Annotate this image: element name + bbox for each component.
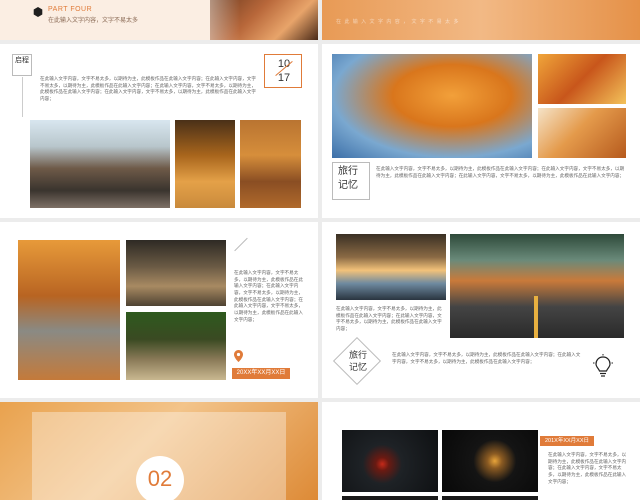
photo-fade-overlay	[180, 0, 240, 40]
title-rule	[22, 77, 23, 117]
lightbulb-icon	[593, 354, 613, 377]
section-title: 旅行 记忆	[348, 350, 367, 372]
red-leaf-dark-photo	[342, 430, 438, 492]
road-center-line	[534, 296, 538, 338]
body-text: 在此输入文字内容，文字不易太多，以期待为主，此模板作品在此输入文字内容；在此输入…	[548, 452, 627, 484]
hexagon-icon	[33, 7, 43, 17]
autumn-leaves-sky-photo	[332, 54, 532, 158]
part-label: PART FOUR	[48, 6, 93, 13]
dark-photo-left-bottom	[342, 496, 438, 500]
body-text-top: 在此输入文字内容，文字不易太多，以期待为主，此模板作品在此输入文字内容；在此输入…	[336, 306, 442, 331]
body-text: 在此输入文字内容，文字不易太多，以期待为主，此模板作品在此输入文字内容；在此输入…	[376, 166, 625, 178]
leaves-closeup-photo	[538, 108, 626, 158]
autumn-path-photo	[175, 120, 235, 208]
body-text: 在此输入文字内容，文字不易太多，以期待为主，此模板作品在此输入文字内容；在此输入…	[234, 270, 303, 322]
autumn-bridge-photo	[18, 240, 120, 380]
park-bench-photo	[240, 120, 301, 208]
yellow-leaf-dark-photo	[442, 430, 538, 492]
diagonal-line	[234, 237, 248, 252]
dark-photo-right-bottom	[442, 496, 538, 500]
lake-sunset-photo	[336, 234, 446, 300]
location-pin-icon	[234, 350, 243, 362]
slide-departure[interactable]: 启程 在此输入文字内容，文字不易太多，以期待为主，此模板作品在此输入文字内容；在…	[0, 44, 318, 218]
slide-travel-memory[interactable]: 旅行 记忆 在此输入文字内容，文字不易太多，以期待为主，此模板作品在此输入文字内…	[322, 44, 640, 218]
slide-dark-photos[interactable]: 201X年XX月XX日 在此输入文字内容，文字不易太多，以期待为主，此模板作品在…	[322, 402, 640, 500]
banner-faded-text: 在 此 输 入 文 字 内 容 ， 文 字 不 易 太 多	[336, 19, 460, 25]
part-subtitle: 在此输入文字内容，文字不易太多	[48, 18, 139, 24]
slide-section-02[interactable]: 02	[0, 402, 318, 500]
section-title: 启程	[15, 57, 29, 64]
orange-leaves-photo	[538, 54, 626, 104]
section-number: 02	[147, 466, 173, 491]
forest-path-photo	[126, 240, 226, 306]
date-badge: 201X年XX月XX日	[540, 436, 594, 446]
slide-travel-memory-2[interactable]: 在此输入文字内容，文字不易太多，以期待为主，此模板作品在此输入文字内容；在此输入…	[322, 222, 640, 398]
body-text-bottom: 在此输入文字内容，文字不易太多，以期待为主，此模板作品在此输入文字内容；在此输入…	[392, 352, 581, 364]
date-badge: 20XX年XX月XX日	[232, 368, 290, 379]
date-text: 10 17	[277, 58, 291, 84]
slide-part-four[interactable]: PART FOUR 在此输入文字内容，文字不易太多	[0, 0, 318, 40]
slide-faded-banner[interactable]: 在 此 输 入 文 字 内 容 ， 文 字 不 易 太 多	[322, 0, 640, 40]
slide-photo-collage[interactable]: 在此输入文字内容，文字不易太多，以期待为主，此模板作品在此输入文字内容；在此输入…	[0, 222, 318, 398]
city-street-photo	[30, 120, 170, 208]
section-title: 旅行 记忆	[338, 166, 358, 191]
body-text: 在此输入文字内容，文字不易太多，以期待为主，此模板作品在此输入文字内容；在此输入…	[40, 76, 256, 101]
fallen-leaves-photo	[126, 312, 226, 380]
